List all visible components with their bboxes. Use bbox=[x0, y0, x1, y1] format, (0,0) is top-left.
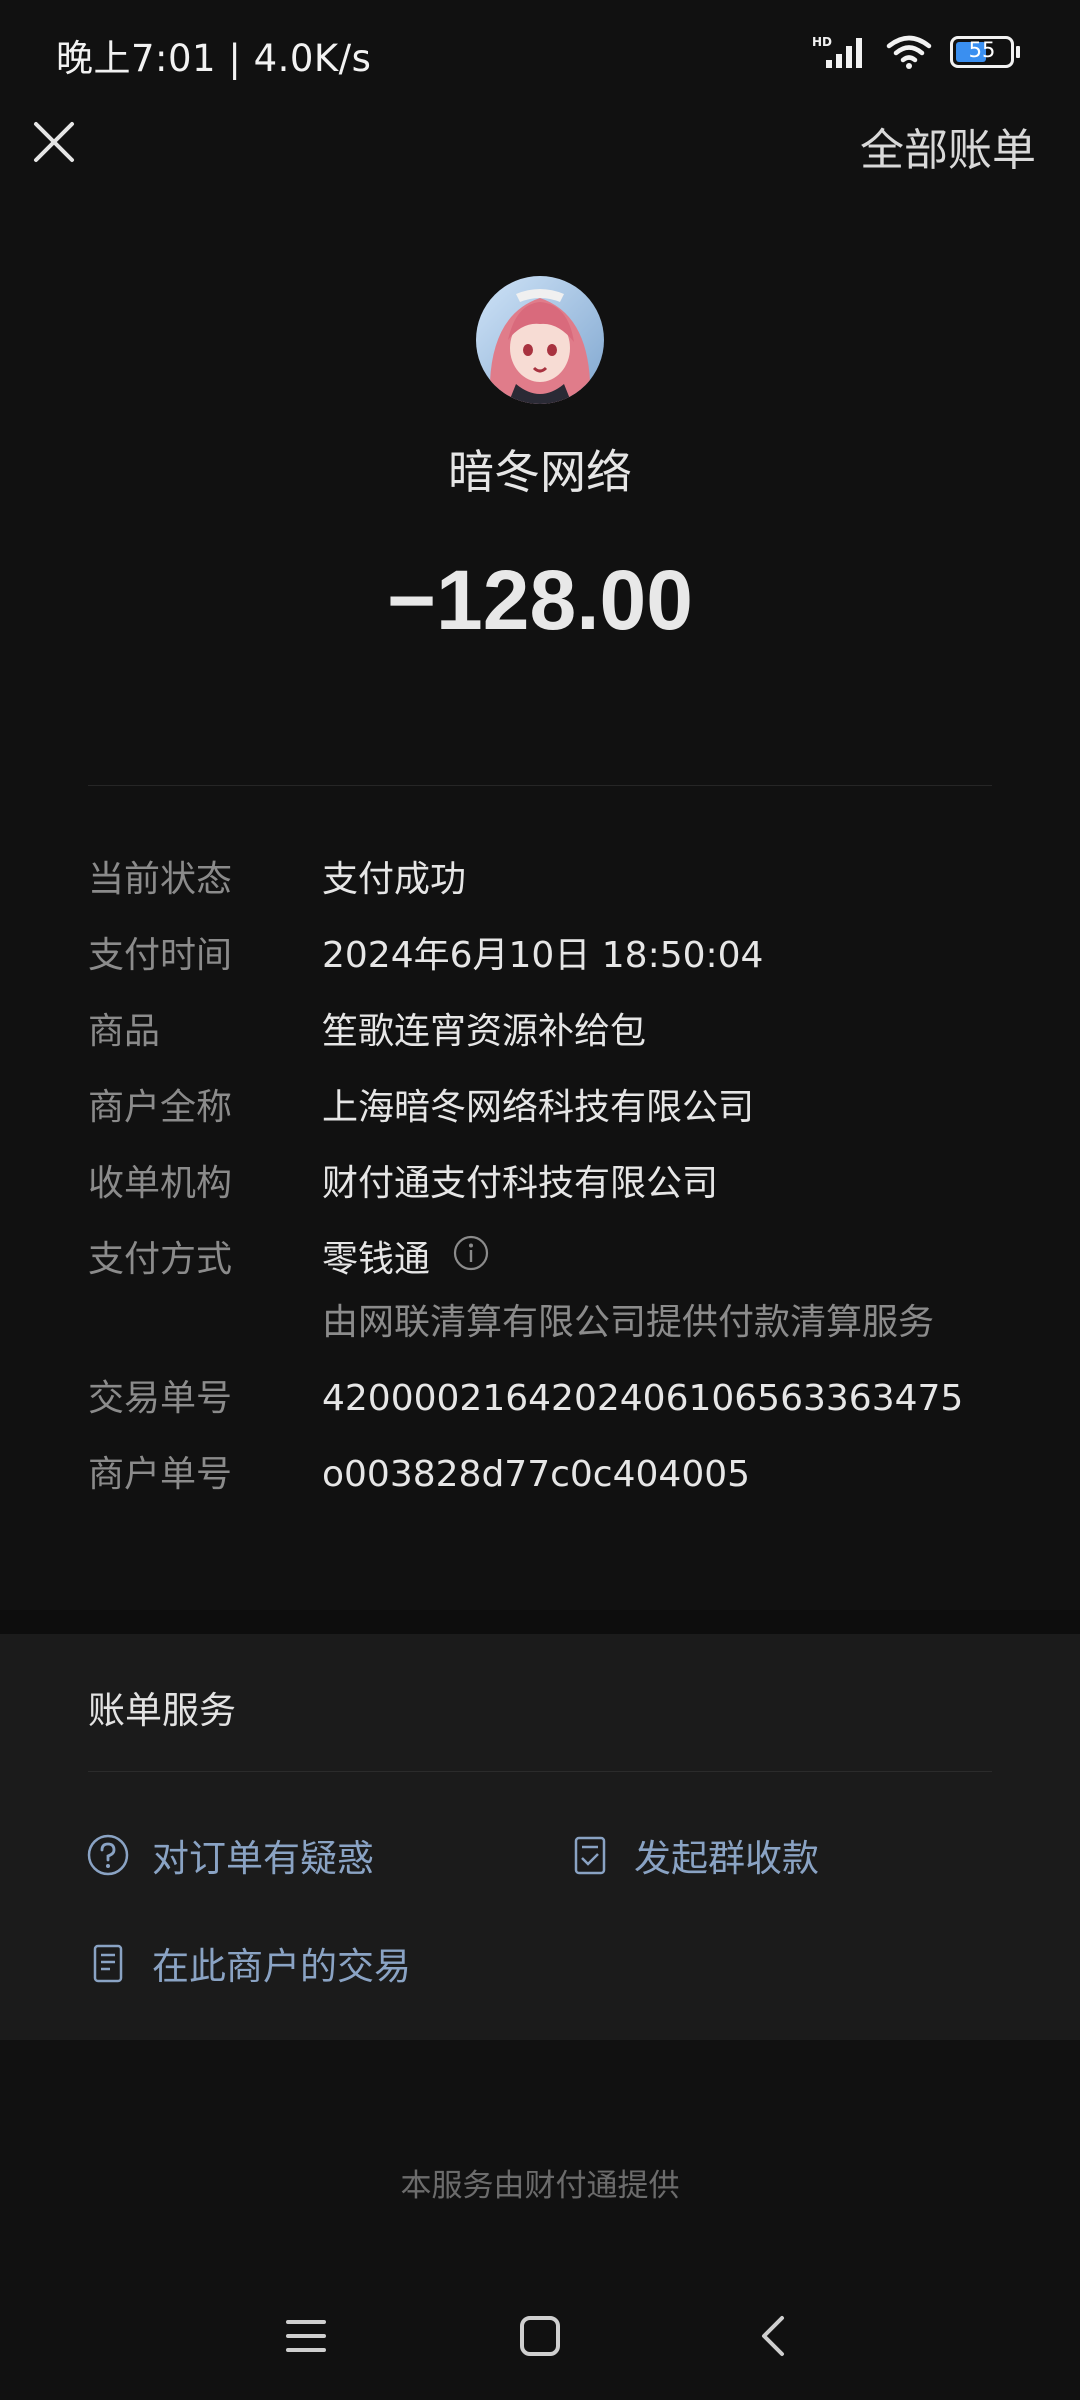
menu-button[interactable] bbox=[284, 2314, 328, 2362]
detail-label: 商户单号 bbox=[88, 1454, 233, 1495]
detail-value: 支付成功 bbox=[322, 859, 467, 900]
home-square-icon bbox=[520, 2316, 560, 2356]
detail-label: 支付方式 bbox=[88, 1239, 233, 1280]
detail-label: 当前状态 bbox=[88, 859, 233, 900]
merchant-name: 暗冬网络 bbox=[448, 445, 632, 499]
merchant-trades-label: 在此商户的交易 bbox=[152, 1945, 411, 1988]
detail-row-status: 当前状态 支付成功 bbox=[88, 852, 1018, 908]
menu-icon bbox=[286, 2320, 326, 2352]
signal-icon: HD bbox=[812, 35, 862, 68]
amount: −128.00 bbox=[387, 553, 693, 647]
document-icon bbox=[93, 1944, 123, 1983]
receipt-check-icon bbox=[574, 1836, 606, 1875]
detail-value: 2024年6月10日 18:50:04 bbox=[322, 935, 764, 976]
divider bbox=[88, 785, 992, 786]
group-collect-label: 发起群收款 bbox=[634, 1837, 819, 1880]
merchant-avatar bbox=[476, 276, 604, 404]
divider bbox=[88, 1771, 992, 1772]
detail-row-pay-method: 支付方式 零钱通 由网联清算有限公司提供付款清算服务 bbox=[88, 1232, 1018, 1351]
detail-label: 收单机构 bbox=[88, 1163, 233, 1204]
question-icon bbox=[87, 1834, 129, 1876]
footer-provider-text: 本服务由财付通提供 bbox=[400, 2168, 680, 2204]
pay-method-clearing-note: 由网联清算有限公司提供付款清算服务 bbox=[322, 1302, 935, 1343]
question-order-label: 对订单有疑惑 bbox=[152, 1837, 374, 1880]
status-icons: HD 55 bbox=[812, 30, 1020, 74]
detail-value: 零钱通 bbox=[322, 1232, 934, 1289]
battery-level: 55 bbox=[968, 38, 996, 62]
back-button[interactable] bbox=[752, 2314, 796, 2362]
svg-text:HD: HD bbox=[812, 35, 832, 49]
close-icon bbox=[34, 122, 74, 162]
detail-row-trade-no: 交易单号 4200002164202406106563363475 bbox=[88, 1371, 1018, 1427]
pay-method-name: 零钱通 bbox=[322, 1239, 431, 1280]
detail-row-merchant-full: 商户全称 上海暗冬网络科技有限公司 bbox=[88, 1080, 1018, 1136]
detail-label: 支付时间 bbox=[88, 935, 233, 976]
detail-label: 商户全称 bbox=[88, 1087, 233, 1128]
detail-value: o003828d77c0c404005 bbox=[322, 1454, 751, 1495]
question-order-button[interactable]: 对订单有疑惑 bbox=[86, 1828, 374, 1882]
all-bills-link[interactable]: 全部账单 bbox=[860, 114, 1036, 178]
section-separator bbox=[0, 1610, 1080, 1634]
detail-value: 上海暗冬网络科技有限公司 bbox=[322, 1087, 755, 1128]
system-nav-bar bbox=[0, 2300, 1080, 2380]
close-button[interactable] bbox=[30, 118, 78, 166]
group-collect-button[interactable]: 发起群收款 bbox=[568, 1828, 819, 1882]
back-icon bbox=[762, 2316, 784, 2356]
battery-icon: 55 bbox=[950, 36, 1020, 68]
detail-value: 财付通支付科技有限公司 bbox=[322, 1163, 719, 1204]
merchant-trades-button[interactable]: 在此商户的交易 bbox=[86, 1936, 411, 1990]
detail-row-product: 商品 笙歌连宵资源补给包 bbox=[88, 1004, 1018, 1060]
detail-value: 笙歌连宵资源补给包 bbox=[322, 1011, 647, 1052]
bill-details: 当前状态 支付成功 支付时间 2024年6月10日 18:50:04 商品 笙歌… bbox=[88, 852, 1018, 1503]
status-bar: 晚上7:01 | 4.0K/s HD 55 bbox=[0, 0, 1080, 105]
bill-services-title: 账单服务 bbox=[88, 1689, 236, 1732]
status-time-speed: 晚上7:01 | 4.0K/s bbox=[56, 37, 372, 80]
top-bar: 全部账单 bbox=[0, 110, 1080, 210]
wifi-icon bbox=[886, 35, 932, 69]
detail-row-acquirer: 收单机构 财付通支付科技有限公司 bbox=[88, 1156, 1018, 1212]
detail-label: 交易单号 bbox=[88, 1378, 233, 1419]
info-icon[interactable] bbox=[452, 1233, 490, 1289]
bill-services-card: 账单服务 对订单有疑惑 发起群收款 在此商户的交易 bbox=[0, 1634, 1080, 2040]
home-button[interactable] bbox=[518, 2314, 562, 2362]
detail-row-pay-time: 支付时间 2024年6月10日 18:50:04 bbox=[88, 928, 1018, 984]
detail-row-merchant-no: 商户单号 o003828d77c0c404005 bbox=[88, 1447, 1018, 1503]
detail-label: 商品 bbox=[88, 1011, 161, 1052]
detail-value: 4200002164202406106563363475 bbox=[322, 1378, 964, 1419]
